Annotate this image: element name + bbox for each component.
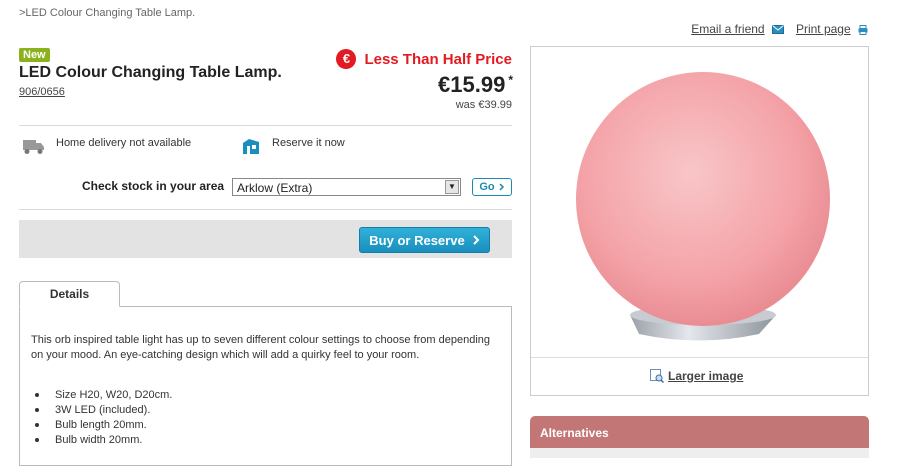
print-page-link-wrap[interactable]: Print page: [796, 22, 868, 36]
promo-text: Less Than Half Price: [364, 50, 512, 68]
email-friend-link[interactable]: Email a friend: [691, 22, 764, 36]
print-page-link[interactable]: Print page: [796, 22, 851, 36]
chevron-right-icon: [472, 235, 480, 245]
delivery-text: Home delivery not available: [56, 137, 192, 149]
stock-label: Check stock in your area: [82, 179, 225, 193]
store-select-value[interactable]: Arklow (Extra): [237, 181, 312, 195]
home-delivery-info: Home delivery not available: [22, 137, 191, 155]
reserve-text[interactable]: Reserve it now: [272, 137, 345, 149]
product-title: LED Colour Changing Table Lamp.: [19, 64, 282, 81]
go-label[interactable]: Go: [479, 181, 494, 193]
chevron-right-icon: [499, 183, 504, 191]
magnifier-icon: [650, 369, 664, 383]
divider: [19, 125, 512, 126]
reserve-icon: [243, 139, 259, 154]
buy-or-reserve-button[interactable]: Buy or Reserve: [359, 227, 490, 253]
product-image[interactable]: [531, 47, 868, 357]
promo-banner: € Less Than Half Price: [336, 49, 512, 69]
email-friend-link-wrap[interactable]: Email a friend: [691, 22, 784, 36]
go-button[interactable]: Go: [472, 178, 512, 196]
price-value: €15.99: [438, 72, 506, 97]
new-badge: New: [19, 48, 50, 62]
alternatives-header: Alternatives: [530, 416, 869, 448]
list-item: Bulb width 20mm.: [31, 433, 172, 448]
divider: [19, 209, 512, 210]
top-actions: Email a friend Print page: [691, 22, 868, 36]
dropdown-arrow-icon[interactable]: ▼: [445, 180, 459, 194]
store-select[interactable]: Arklow (Extra) ▼: [232, 178, 461, 196]
buy-label[interactable]: Buy or Reserve: [369, 233, 464, 248]
euro-icon: €: [336, 49, 357, 69]
price: €15.99 *: [438, 72, 513, 98]
divider: [531, 357, 868, 358]
product-description: This orb inspired table light has up to …: [31, 334, 491, 361]
feature-list: Size H20, W20, D20cm. 3W LED (included).…: [31, 388, 172, 448]
list-item: 3W LED (included).: [31, 403, 172, 418]
reserve-info[interactable]: Reserve it now: [240, 137, 345, 157]
tab-details[interactable]: Details: [19, 281, 120, 307]
product-code[interactable]: 906/0656: [19, 86, 65, 98]
was-price: was €39.99: [455, 99, 512, 111]
alternatives-body: [530, 448, 869, 458]
email-icon[interactable]: [771, 25, 784, 35]
breadcrumb[interactable]: >LED Colour Changing Table Lamp.: [19, 7, 195, 19]
price-asterisk: *: [508, 72, 513, 87]
print-icon[interactable]: [858, 24, 868, 35]
larger-image-link[interactable]: Larger image: [650, 369, 743, 383]
larger-image-label[interactable]: Larger image: [668, 369, 743, 383]
list-item: Size H20, W20, D20cm.: [31, 388, 172, 403]
list-item: Bulb length 20mm.: [31, 418, 172, 433]
truck-icon: [23, 140, 44, 154]
